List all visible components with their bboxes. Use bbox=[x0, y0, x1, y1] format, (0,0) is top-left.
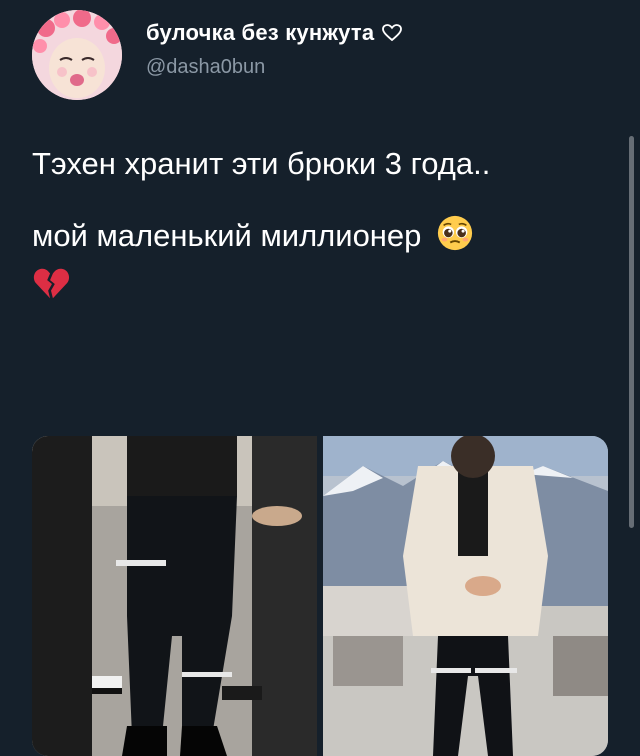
user-handle[interactable]: @dasha0bun bbox=[146, 56, 265, 79]
tweet-line-2-wrap: мой маленький миллионер bbox=[32, 214, 612, 302]
display-name[interactable]: булочка без кунжута bbox=[146, 20, 374, 46]
heart-outline-icon bbox=[382, 24, 403, 42]
scrollbar[interactable] bbox=[629, 136, 634, 528]
photo-person-white-jacket-mountains bbox=[323, 436, 608, 756]
tweet-line-1: Тэхен хранит эти брюки 3 года.. bbox=[32, 146, 491, 181]
photo-person-black-ripped-jeans bbox=[32, 436, 317, 756]
pleading-face-icon bbox=[437, 215, 473, 251]
photo-1[interactable] bbox=[32, 436, 317, 756]
broken-heart-icon bbox=[33, 268, 70, 299]
tweet-header: булочка без кунжута @dasha0bun bbox=[32, 10, 622, 100]
avatar-photo bbox=[32, 10, 122, 100]
tweet-line-2: мой маленький миллионер bbox=[32, 218, 422, 253]
name-row: булочка без кунжута bbox=[146, 20, 403, 46]
photo-2[interactable] bbox=[323, 436, 608, 756]
tweet-text: Тэхен хранит эти брюки 3 года.. мой мале… bbox=[32, 142, 612, 302]
tweet-media bbox=[32, 436, 608, 756]
avatar[interactable] bbox=[32, 10, 122, 100]
